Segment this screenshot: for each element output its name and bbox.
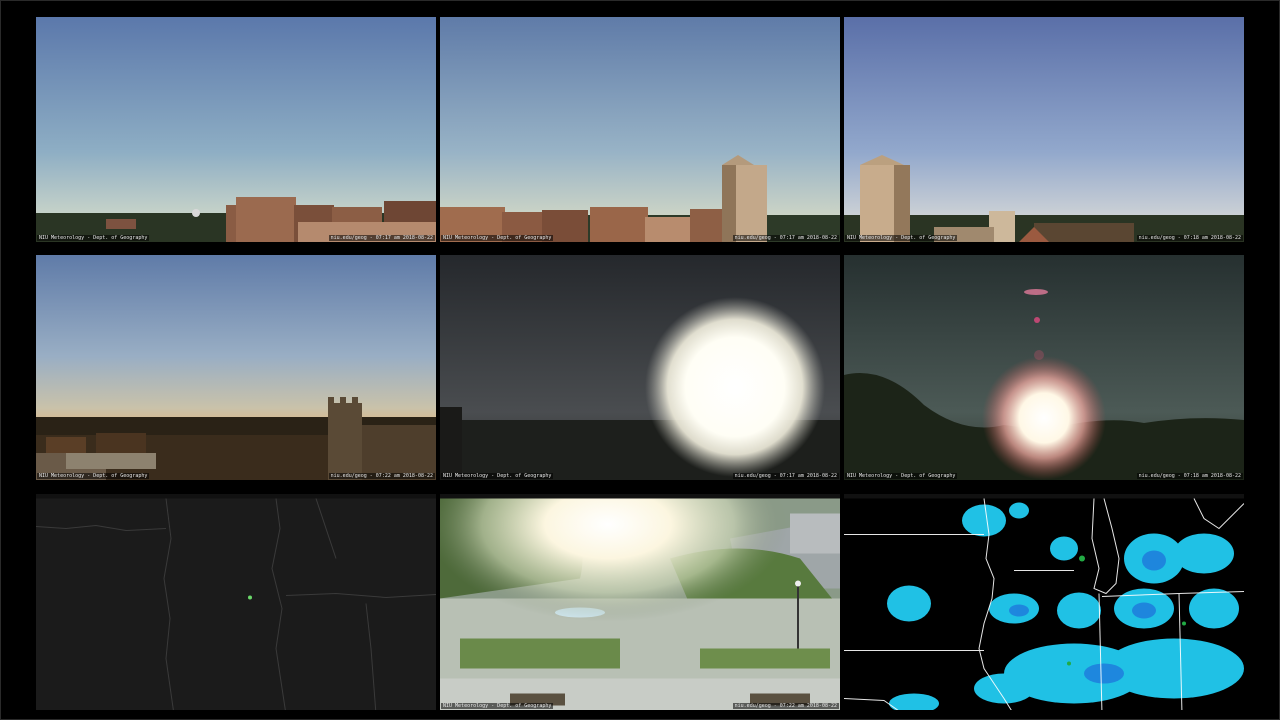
satellite-image [36,498,436,710]
webcam-caption-right: niu.edu/geog - 07:18 am 2018-08-22 [1136,235,1243,241]
webcam-caption-left: NIU Meteorology - Dept. of Geography [441,235,554,241]
webcam-image-5 [440,255,840,480]
webcam-image-1 [36,17,436,242]
webcam-tile-5[interactable]: NIU Meteorology - Dept. of Geography niu… [440,255,840,480]
webcam-caption-left: NIU Meteorology - Dept. of Geography [441,703,554,709]
webcam-image-4 [36,255,436,480]
webcam-caption-left: NIU Meteorology - Dept. of Geography [845,473,958,479]
webcam-image-7 [440,498,840,710]
webcam-caption-left: NIU Meteorology - Dept. of Geography [37,473,150,479]
satellite-tile[interactable] [36,494,436,710]
webcam-caption-left: NIU Meteorology - Dept. of Geography [441,473,554,479]
webcam-tile-4[interactable]: NIU Meteorology - Dept. of Geography niu… [36,255,436,480]
webcam-caption-right: niu.edu/geog - 07:17 am 2018-08-22 [732,473,839,479]
webcam-caption-right: niu.edu/geog - 07:17 am 2018-08-22 [328,235,435,241]
radar-tile[interactable] [844,494,1244,710]
webcam-caption-right: niu.edu/geog - 07:22 am 2018-08-22 [732,703,839,709]
webcam-image-3 [844,17,1244,242]
webcam-caption-left: NIU Meteorology - Dept. of Geography [37,235,150,241]
webcam-image-2 [440,17,840,242]
webcam-caption-right: niu.edu/geog - 07:17 am 2018-08-22 [732,235,839,241]
webcam-tile-2[interactable]: NIU Meteorology - Dept. of Geography niu… [440,17,840,242]
webcam-tile-7[interactable]: NIU Meteorology - Dept. of Geography niu… [440,494,840,710]
webcam-caption-right: niu.edu/geog - 07:18 am 2018-08-22 [1136,473,1243,479]
webcam-tile-6[interactable]: NIU Meteorology - Dept. of Geography niu… [844,255,1244,480]
webcam-caption-right: niu.edu/geog - 07:22 am 2018-08-22 [328,473,435,479]
webcam-image-6 [844,255,1244,480]
radar-map-image [844,498,1244,710]
webcam-tile-1[interactable]: NIU Meteorology - Dept. of Geography niu… [36,17,436,242]
webcam-tile-3[interactable]: NIU Meteorology - Dept. of Geography niu… [844,17,1244,242]
webcam-caption-left: NIU Meteorology - Dept. of Geography [845,235,958,241]
